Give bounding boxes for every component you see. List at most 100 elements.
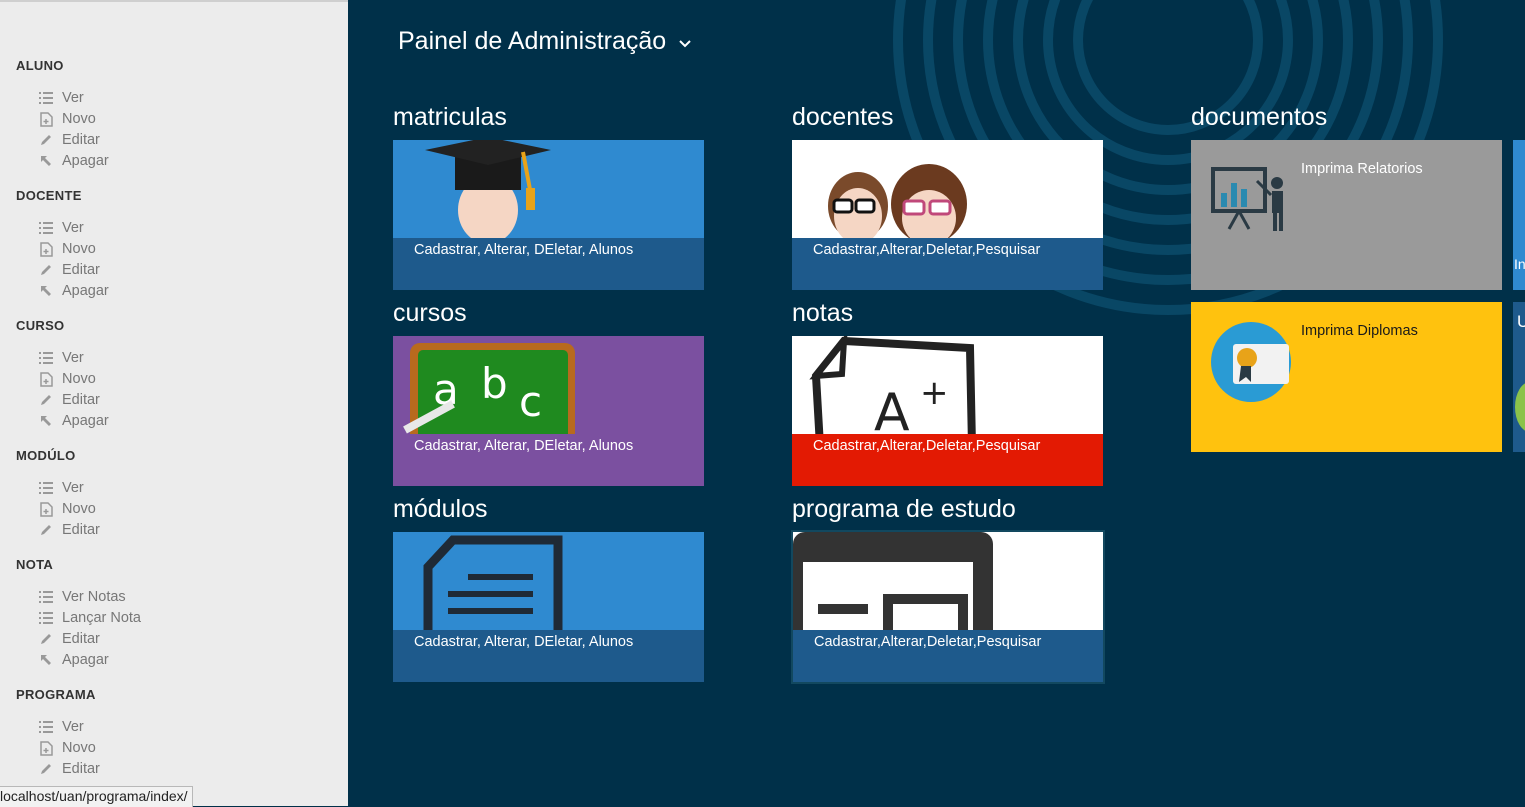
- sidebar-item-label: Lançar Nota: [62, 610, 141, 626]
- sidebar-item-label: Apagar: [62, 153, 109, 169]
- group-title-docentes: docentes: [792, 103, 894, 131]
- delete-arrow-icon: [38, 283, 54, 299]
- tile-partial-label-1: In: [1514, 256, 1525, 272]
- sidebar-item-editar[interactable]: Editar: [38, 130, 100, 150]
- group-title-notas: notas: [792, 299, 854, 327]
- group-title-matriculas: matriculas: [393, 103, 507, 131]
- new-doc-icon: [38, 111, 54, 127]
- list-icon: [38, 719, 54, 735]
- sidebar-item-lançar-nota[interactable]: Lançar Nota: [38, 608, 141, 628]
- pencil-icon: [38, 132, 54, 148]
- partial-green-shape: [1515, 382, 1525, 432]
- card-window-icon: [793, 532, 1103, 630]
- tile-partial-label-2: U: [1517, 312, 1525, 331]
- sidebar-item-editar[interactable]: Editar: [38, 260, 100, 280]
- sidebar-item-apagar[interactable]: Apagar: [38, 411, 109, 431]
- tile-partial-documentos-2[interactable]: U: [1513, 302, 1525, 452]
- sidebar-item-ver[interactable]: Ver: [38, 348, 84, 368]
- sidebar-item-label: Editar: [62, 631, 100, 647]
- sidebar-item-novo[interactable]: Novo: [38, 369, 96, 389]
- tile-label-relatorios: Imprima Relatorios: [1301, 161, 1423, 177]
- svg-text:A: A: [874, 383, 910, 434]
- group-title-documentos: documentos: [1191, 103, 1328, 131]
- sidebar-section-title: ALUNO: [16, 58, 64, 73]
- grade-a-plus-icon: A +: [792, 336, 1103, 434]
- sidebar-item-novo[interactable]: Novo: [38, 738, 96, 758]
- sidebar-item-novo[interactable]: Novo: [38, 239, 96, 259]
- tile-modulos[interactable]: Cadastrar, Alterar, DEletar, Alunos: [393, 532, 704, 682]
- pencil-icon: [38, 262, 54, 278]
- sidebar-item-label: Editar: [62, 132, 100, 148]
- sidebar-section-title: NOTA: [16, 557, 54, 572]
- sidebar-item-label: Ver: [62, 220, 84, 236]
- sidebar-item-editar[interactable]: Editar: [38, 390, 100, 410]
- sidebar-item-novo[interactable]: Novo: [38, 499, 96, 519]
- tile-caption-cursos: Cadastrar, Alterar, DEletar, Alunos: [393, 434, 704, 486]
- chevron-down-icon: [679, 39, 691, 47]
- sidebar-item-ver-notas[interactable]: Ver Notas: [38, 587, 126, 607]
- teachers-icon: [792, 140, 1103, 238]
- sidebar-item-apagar[interactable]: Apagar: [38, 281, 109, 301]
- tile-caption-modulos: Cadastrar, Alterar, DEletar, Alunos: [393, 630, 704, 682]
- tile-caption-docentes: Cadastrar,Alterar,Deletar,Pesquisar: [792, 238, 1103, 290]
- group-title-programa: programa de estudo: [792, 495, 1016, 523]
- list-icon: [38, 220, 54, 236]
- graduate-icon: [393, 140, 704, 238]
- sidebar-item-label: Ver: [62, 90, 84, 106]
- sidebar-item-ver[interactable]: Ver: [38, 478, 84, 498]
- sidebar-item-novo[interactable]: Novo: [38, 109, 96, 129]
- list-icon: [38, 589, 54, 605]
- tile-programa[interactable]: Cadastrar,Alterar,Deletar,Pesquisar: [791, 530, 1105, 684]
- tile-label-diplomas: Imprima Diplomas: [1301, 323, 1418, 339]
- diploma-icon: [1211, 322, 1291, 402]
- group-title-modulos: módulos: [393, 495, 488, 523]
- tile-matriculas[interactable]: Cadastrar, Alterar, DEletar, Alunos: [393, 140, 704, 290]
- sidebar: ALUNO Ver Novo Editar Apagar DOCENTE Ver Novo Ed…: [0, 0, 348, 806]
- tile-docentes[interactable]: Cadastrar,Alterar,Deletar,Pesquisar: [792, 140, 1103, 290]
- pencil-icon: [38, 761, 54, 777]
- tile-imprima-relatorios[interactable]: Imprima Relatorios: [1191, 140, 1502, 290]
- sidebar-item-label: Apagar: [62, 413, 109, 429]
- sidebar-item-ver[interactable]: Ver: [38, 88, 84, 108]
- sidebar-item-editar[interactable]: Editar: [38, 520, 100, 540]
- svg-text:b: b: [481, 359, 508, 408]
- sidebar-item-editar[interactable]: Editar: [38, 759, 100, 779]
- pencil-icon: [38, 392, 54, 408]
- list-icon: [38, 480, 54, 496]
- svg-text:+: +: [920, 373, 949, 413]
- new-doc-icon: [38, 241, 54, 257]
- sidebar-item-label: Apagar: [62, 283, 109, 299]
- sidebar-item-ver[interactable]: Ver: [38, 218, 84, 238]
- page-title: Painel de Administração: [398, 27, 667, 55]
- sidebar-item-label: Novo: [62, 241, 96, 257]
- tile-partial-documentos-1[interactable]: In: [1513, 140, 1525, 290]
- sidebar-item-label: Ver Notas: [62, 589, 126, 605]
- list-icon: [38, 90, 54, 106]
- delete-arrow-icon: [38, 652, 54, 668]
- list-icon: [38, 610, 54, 626]
- tile-caption-notas: Cadastrar,Alterar,Deletar,Pesquisar: [792, 434, 1103, 486]
- sidebar-item-label: Editar: [62, 761, 100, 777]
- sidebar-item-label: Ver: [62, 480, 84, 496]
- sidebar-item-editar[interactable]: Editar: [38, 629, 100, 649]
- sidebar-item-label: Novo: [62, 740, 96, 756]
- admin-panel-dropdown[interactable]: Painel de Administração: [398, 27, 692, 56]
- sidebar-item-label: Ver: [62, 719, 84, 735]
- pencil-icon: [38, 631, 54, 647]
- sidebar-item-label: Novo: [62, 371, 96, 387]
- tile-caption-programa: Cadastrar,Alterar,Deletar,Pesquisar: [793, 630, 1103, 682]
- tile-cursos[interactable]: a b c Cadastrar, Alterar, DEletar, Aluno…: [393, 336, 704, 486]
- svg-text:c: c: [519, 377, 542, 426]
- tile-imprima-diplomas[interactable]: Imprima Diplomas: [1191, 302, 1502, 452]
- sidebar-item-apagar[interactable]: Apagar: [38, 650, 109, 670]
- sidebar-section-title: DOCENTE: [16, 188, 82, 203]
- sidebar-item-ver[interactable]: Ver: [38, 717, 84, 737]
- sidebar-item-apagar[interactable]: Apagar: [38, 151, 109, 171]
- tile-notas[interactable]: A + Cadastrar,Alterar,Deletar,Pesquisar: [792, 336, 1103, 486]
- main-panel: Painel de Administração matriculas Cadas…: [348, 0, 1525, 806]
- document-icon: [393, 532, 704, 630]
- new-doc-icon: [38, 371, 54, 387]
- sidebar-section-title: PROGRAMA: [16, 687, 96, 702]
- delete-arrow-icon: [38, 153, 54, 169]
- sidebar-item-label: Editar: [62, 262, 100, 278]
